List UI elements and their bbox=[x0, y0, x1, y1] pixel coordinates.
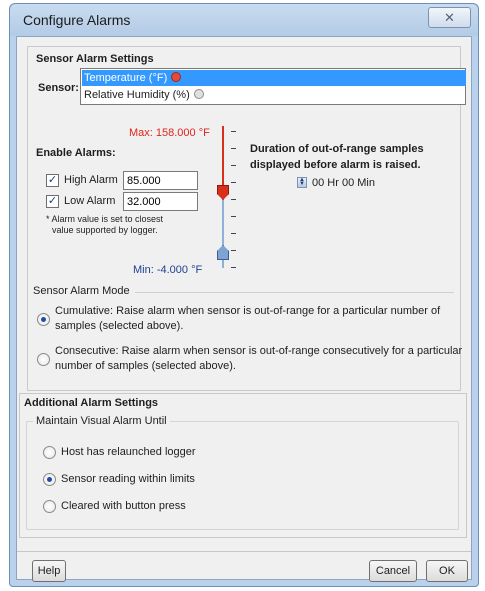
low-alarm-field[interactable] bbox=[123, 192, 198, 211]
section-heading: Additional Alarm Settings bbox=[24, 397, 159, 409]
alarm-note-line1: * Alarm value is set to closest bbox=[46, 214, 164, 224]
duration-label-line1: Duration of out-of-range samples bbox=[250, 143, 424, 155]
slider-tick bbox=[231, 148, 236, 149]
within-limits-label: Sensor reading within limits bbox=[61, 473, 195, 485]
low-alarm-checkbox[interactable]: ✓ bbox=[46, 195, 59, 208]
footer-divider bbox=[17, 551, 471, 552]
sensor-item-temperature[interactable]: Temperature (°F) bbox=[82, 70, 466, 86]
groupbox-title: Maintain Visual Alarm Until bbox=[33, 415, 170, 427]
sensor-item-humidity[interactable]: Relative Humidity (%) bbox=[82, 87, 204, 103]
ok-button[interactable]: OK bbox=[426, 560, 468, 582]
relaunched-radio[interactable] bbox=[43, 446, 56, 459]
visual-alarm-groupbox: Maintain Visual Alarm Until Host has rel… bbox=[26, 415, 459, 530]
slider-tick bbox=[231, 182, 236, 183]
cumulative-radio[interactable] bbox=[37, 313, 50, 326]
section-heading: Sensor Alarm Settings bbox=[36, 53, 154, 65]
slider-tick bbox=[231, 233, 236, 234]
window-title: Configure Alarms bbox=[23, 12, 131, 28]
within-limits-radio[interactable] bbox=[43, 473, 56, 486]
max-value-label: Max: 158.000 °F bbox=[129, 127, 210, 139]
duration-value: 00 Hr 00 Min bbox=[312, 177, 375, 189]
high-alarm-checkbox[interactable]: ✓ bbox=[46, 174, 59, 187]
cancel-button[interactable]: Cancel bbox=[369, 560, 417, 582]
min-value-label: Min: -4.000 °F bbox=[133, 264, 203, 276]
sensor-item-label: Temperature (°F) bbox=[84, 72, 168, 84]
duration-spinner[interactable]: ▲ ▼ bbox=[297, 177, 307, 188]
configure-alarms-window: Configure Alarms ✕ Sensor Alarm Settings… bbox=[9, 3, 479, 587]
high-alarm-label: High Alarm bbox=[64, 174, 118, 186]
slider-tick bbox=[231, 216, 236, 217]
sensor-alarm-settings-section: Sensor Alarm Settings Sensor: Temperatur… bbox=[27, 46, 466, 391]
additional-alarm-settings-section: Additional Alarm Settings Maintain Visua… bbox=[19, 393, 467, 538]
slider-tick bbox=[231, 250, 236, 251]
button-press-label: Cleared with button press bbox=[61, 500, 186, 512]
title-bar: Configure Alarms ✕ bbox=[10, 4, 478, 36]
cumulative-line2: samples (selected above). bbox=[55, 320, 184, 332]
consecutive-line2: number of samples (selected above). bbox=[55, 360, 236, 372]
alarm-clock-grey-icon bbox=[193, 89, 204, 99]
dialog-body: Sensor Alarm Settings Sensor: Temperatur… bbox=[16, 36, 472, 582]
slider-tick bbox=[231, 131, 236, 132]
slider-tick bbox=[231, 267, 236, 268]
consecutive-line1: Consecutive: Raise alarm when sensor is … bbox=[55, 345, 463, 357]
slider-tick bbox=[231, 165, 236, 166]
enable-alarms-label: Enable Alarms: bbox=[36, 147, 116, 159]
sensor-label: Sensor: bbox=[38, 82, 79, 94]
relaunched-label: Host has relaunched logger bbox=[61, 446, 196, 458]
low-alarm-slider-thumb[interactable] bbox=[217, 245, 229, 260]
alarm-note-line2: value supported by logger. bbox=[52, 225, 158, 235]
low-alarm-label: Low Alarm bbox=[64, 195, 116, 207]
sensor-item-label: Relative Humidity (%) bbox=[84, 89, 190, 101]
close-button[interactable]: ✕ bbox=[428, 7, 471, 28]
consecutive-radio[interactable] bbox=[37, 353, 50, 366]
button-press-radio[interactable] bbox=[43, 500, 56, 513]
sensor-list[interactable]: Temperature (°F) Relative Humidity (%) bbox=[80, 68, 466, 105]
help-button[interactable]: Help bbox=[32, 560, 66, 582]
duration-label-line2: displayed before alarm is raised. bbox=[250, 159, 421, 171]
high-alarm-field[interactable] bbox=[123, 171, 198, 190]
high-alarm-slider-thumb[interactable] bbox=[217, 185, 229, 200]
alarm-clock-red-icon bbox=[171, 72, 182, 82]
slider-tick bbox=[231, 199, 236, 200]
sensor-alarm-mode-title: Sensor Alarm Mode bbox=[33, 285, 130, 297]
cumulative-line1: Cumulative: Raise alarm when sensor is o… bbox=[55, 305, 441, 317]
consecutive-option-text: Consecutive: Raise alarm when sensor is … bbox=[55, 344, 475, 374]
group-divider bbox=[135, 292, 454, 293]
cumulative-option-text: Cumulative: Raise alarm when sensor is o… bbox=[55, 304, 475, 334]
